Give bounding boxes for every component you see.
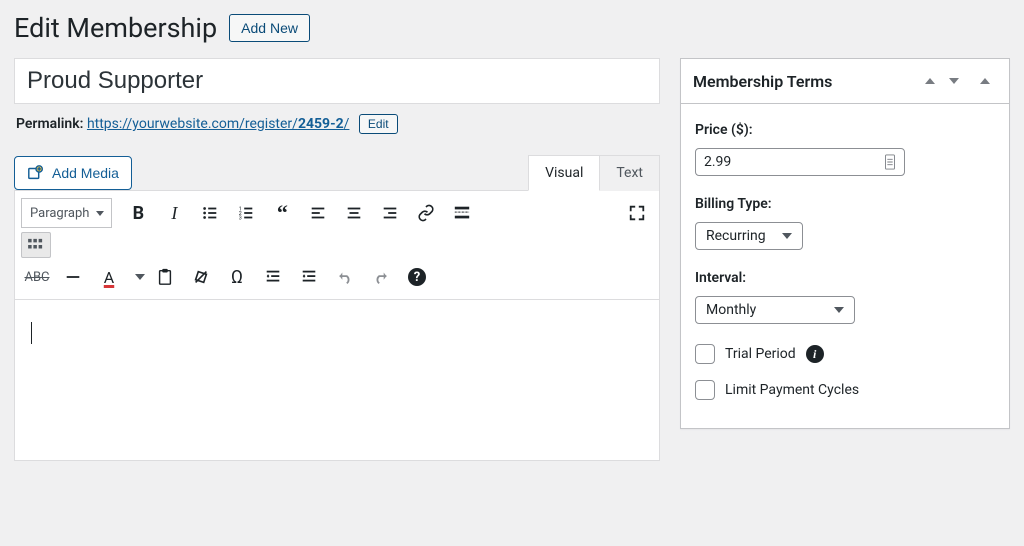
strikethrough-icon[interactable]: ABC	[21, 262, 53, 292]
billing-type-select[interactable]: Recurring	[695, 222, 803, 250]
permalink-link[interactable]: https://yourwebsite.com/register/2459-2/	[87, 116, 349, 132]
outdent-icon[interactable]	[257, 262, 289, 292]
textcolor-icon[interactable]: A	[93, 262, 125, 292]
trial-period-checkbox[interactable]	[695, 344, 715, 364]
price-label: Price ($):	[695, 122, 995, 138]
indent-icon[interactable]	[293, 262, 325, 292]
price-input[interactable]: 2.99	[695, 148, 905, 176]
add-new-button[interactable]: Add New	[229, 14, 310, 42]
input-spinner-icon[interactable]	[884, 154, 896, 170]
textcolor-dropdown-icon[interactable]	[129, 262, 145, 292]
numbered-list-icon[interactable]: 123	[230, 198, 262, 228]
chevron-down-icon	[782, 233, 792, 239]
interval-select[interactable]: Monthly	[695, 296, 855, 324]
panel-move-up-icon[interactable]	[915, 69, 939, 93]
panel-title: Membership Terms	[693, 72, 915, 91]
add-media-label: Add Media	[52, 165, 119, 181]
clear-format-icon[interactable]	[185, 262, 217, 292]
editor-content-area[interactable]	[15, 300, 659, 460]
billing-type-label: Billing Type:	[695, 196, 995, 212]
paste-icon[interactable]	[149, 262, 181, 292]
limit-cycles-label: Limit Payment Cycles	[725, 382, 859, 398]
permalink-label: Permalink:	[16, 116, 83, 132]
tab-visual[interactable]: Visual	[528, 155, 600, 191]
align-left-icon[interactable]	[302, 198, 334, 228]
trial-period-label: Trial Period	[725, 346, 796, 362]
panel-move-down-icon[interactable]	[939, 69, 963, 93]
link-icon[interactable]	[410, 198, 442, 228]
limit-cycles-checkbox[interactable]	[695, 380, 715, 400]
align-center-icon[interactable]	[338, 198, 370, 228]
redo-icon[interactable]	[365, 262, 397, 292]
svg-text:3: 3	[239, 215, 242, 221]
toolbar-toggle-icon[interactable]	[21, 232, 51, 258]
readmore-icon[interactable]	[446, 198, 478, 228]
hr-icon[interactable]	[57, 262, 89, 292]
panel-toggle-icon[interactable]	[973, 69, 997, 93]
align-right-icon[interactable]	[374, 198, 406, 228]
toolbar: Paragraph B I 123 “	[15, 191, 659, 300]
page-title: Edit Membership	[14, 12, 217, 44]
editor-tabs: Visual Text	[528, 154, 660, 190]
quote-icon[interactable]: “	[266, 198, 298, 228]
membership-terms-panel: Membership Terms Price ($): 2.99 Bill	[680, 58, 1010, 429]
chevron-down-icon	[834, 307, 844, 313]
text-cursor	[31, 322, 32, 344]
interval-label: Interval:	[695, 270, 995, 286]
info-icon[interactable]: i	[806, 345, 824, 363]
permalink-row: Permalink: https://yourwebsite.com/regis…	[16, 114, 660, 134]
add-media-button[interactable]: Add Media	[14, 156, 132, 190]
fullscreen-icon[interactable]	[621, 198, 653, 228]
format-select[interactable]: Paragraph	[21, 198, 112, 228]
permalink-edit-button[interactable]: Edit	[359, 114, 398, 134]
title-input[interactable]	[15, 59, 659, 103]
bullet-list-icon[interactable]	[194, 198, 226, 228]
tab-text[interactable]: Text	[600, 155, 660, 191]
special-char-icon[interactable]: Ω	[221, 262, 253, 292]
undo-icon[interactable]	[329, 262, 361, 292]
title-wrap	[14, 58, 660, 104]
bold-icon[interactable]: B	[122, 198, 154, 228]
help-icon[interactable]: ?	[401, 262, 433, 292]
media-icon	[27, 164, 45, 182]
editor-box: Paragraph B I 123 “	[14, 190, 660, 461]
italic-icon[interactable]: I	[158, 198, 190, 228]
